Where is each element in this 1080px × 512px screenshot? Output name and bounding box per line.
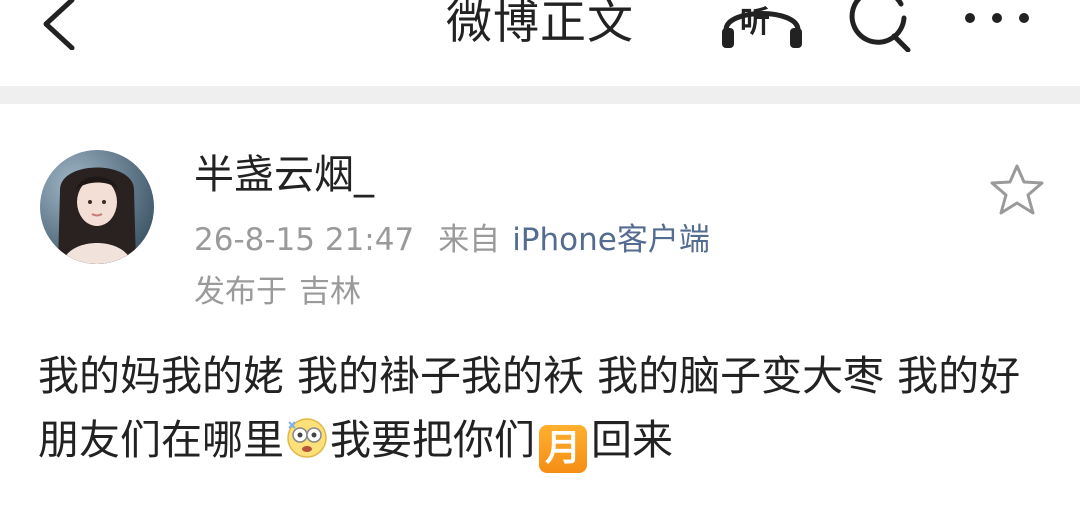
- source-label: 来自: [438, 222, 501, 258]
- post-body: 我的妈我的姥 我的褂子我的袄 我的脑子变大枣 我的好朋友们在哪里 我要把你们月回…: [38, 344, 1048, 473]
- post-time: 26-8-15 21:47: [194, 222, 415, 258]
- moon-badge: 月: [539, 425, 587, 473]
- post-meta: 26-8-15 21:47 来自 iPhone客户端: [194, 220, 710, 260]
- top-nav-bar: 微博正文 听: [0, 0, 1080, 86]
- avatar-image: [40, 150, 154, 264]
- more-options-button[interactable]: [960, 0, 1034, 40]
- avatar[interactable]: [40, 150, 154, 264]
- post-text-part3: 回来: [591, 416, 673, 464]
- favorite-button[interactable]: [988, 162, 1046, 218]
- post-card: 半盏云烟_ 26-8-15 21:47 来自 iPhone客户端 发布于 吉林 我的妈…: [0, 104, 1080, 512]
- source-link[interactable]: iPhone客户端: [512, 222, 710, 258]
- dizzy-face-emoji-icon: [285, 414, 329, 458]
- listen-button[interactable]: 听: [718, 0, 806, 50]
- section-divider: [0, 86, 1080, 104]
- page-title: 微博正文: [446, 0, 634, 49]
- location-value: 吉林: [299, 274, 361, 310]
- search-icon: [849, 0, 911, 53]
- location-label: 发布于: [194, 274, 287, 310]
- listen-label: 听: [740, 5, 770, 40]
- more-dots-icon: [965, 13, 1029, 23]
- post-text-part2: 我要把你们: [330, 416, 535, 464]
- search-button[interactable]: [846, 0, 916, 53]
- username[interactable]: 半盏云烟_: [194, 150, 374, 200]
- star-outline-icon: [990, 164, 1044, 215]
- post-location: 发布于 吉林: [194, 272, 361, 312]
